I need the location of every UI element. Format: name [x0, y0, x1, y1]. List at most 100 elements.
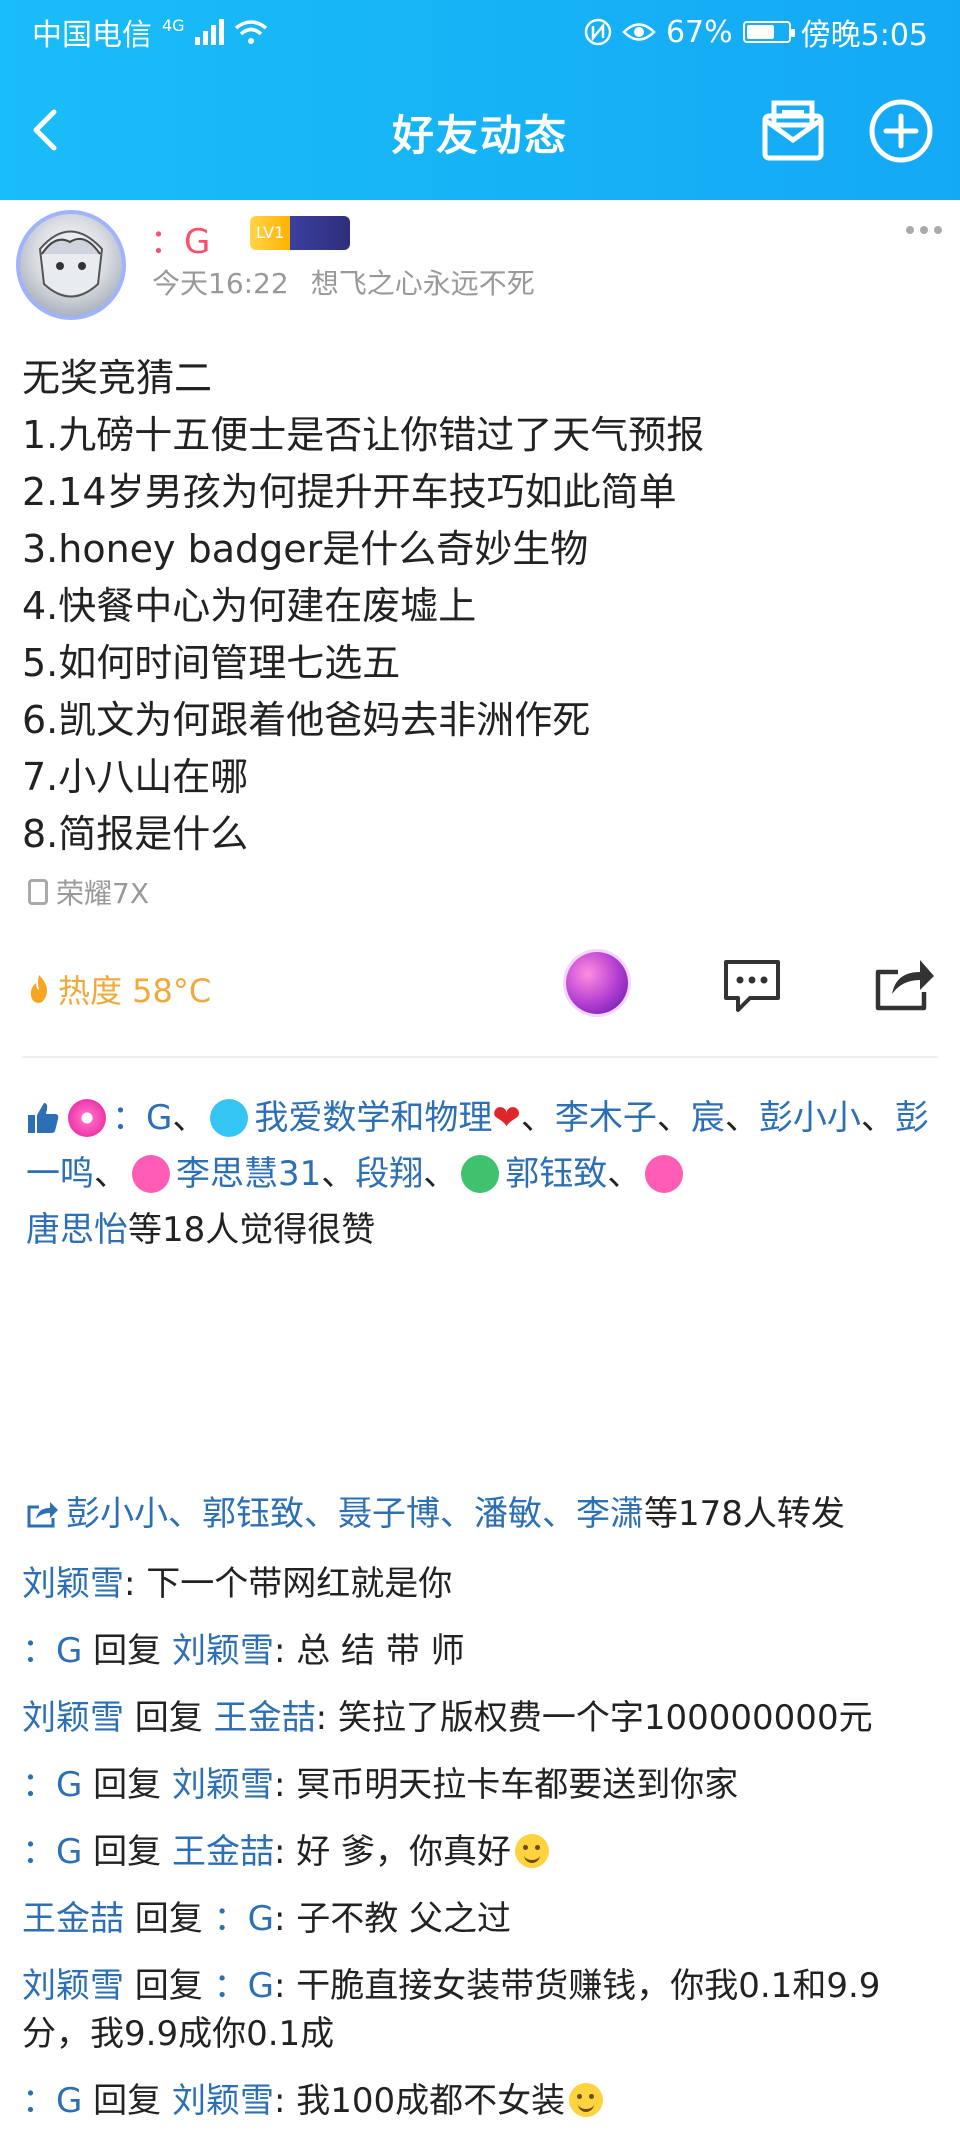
comment-reply-to[interactable]: ：G — [214, 1966, 274, 2006]
device-label: 荣耀7X — [28, 872, 149, 912]
eye-roll-emoji-icon — [569, 2083, 604, 2117]
sharer-names[interactable]: 彭小小、郭钰致、聂子博、潘敏、李潇 — [66, 1494, 644, 1534]
share-icon[interactable] — [872, 954, 938, 1012]
crown-badge-icon — [210, 1099, 249, 1137]
eye-icon — [622, 23, 656, 41]
back-icon[interactable] — [18, 98, 78, 162]
comment-reply-to[interactable]: 刘颖雪 — [172, 1765, 274, 1805]
gift-planet-icon[interactable] — [566, 952, 628, 1014]
comment-text: : 笑拉了版权费一个字100000000元 — [315, 1698, 873, 1738]
liker-name[interactable]: ：G — [112, 1098, 172, 1138]
avatar-portrait-icon — [38, 230, 104, 298]
status-bar: 中国电信 4G 67% 傍晚5:05 — [0, 0, 960, 64]
avatar[interactable] — [16, 210, 126, 320]
liker-name[interactable]: 宸 — [691, 1098, 725, 1138]
content-line: 8.简报是什么 — [22, 812, 249, 856]
comment-author[interactable]: ：G — [22, 1832, 82, 1872]
wifi-icon — [234, 20, 267, 44]
clock: 傍晚5:05 — [800, 18, 928, 53]
thumbs-up-icon — [28, 1103, 59, 1133]
share-small-icon — [27, 1502, 58, 1528]
liker-name[interactable]: 彭小小 — [759, 1098, 861, 1138]
comment-item[interactable]: ：G 回复 刘颖雪: 总 结 带 师 — [22, 1627, 942, 1675]
device-name: 荣耀7X — [56, 877, 149, 910]
liker-name[interactable]: 我爱数学和物理 — [254, 1098, 492, 1138]
comments-list: 刘颖雪: 下一个带网红就是你 ：G 回复 刘颖雪: 总 结 带 师 刘颖雪 回复… — [22, 1560, 942, 2144]
add-icon[interactable] — [868, 98, 934, 164]
post-content: 无奖竞猜二 1.九磅十五便士是否让你错过了天气预报 2.14岁男孩为何提升开车技… — [22, 350, 942, 863]
liker-name[interactable]: 段翔 — [355, 1154, 423, 1194]
vip-level-badge[interactable]: LV1 — [250, 216, 350, 250]
liker-name[interactable]: 郭钰致 — [505, 1154, 607, 1194]
comment-author[interactable]: 刘颖雪 — [22, 1966, 124, 2006]
comment-author[interactable]: 刘颖雪 — [22, 1698, 124, 1738]
comment-item[interactable]: 王金喆 回复 ：G: 子不教 父之过 — [22, 1895, 942, 1943]
comment-item[interactable]: ：G 回复 刘颖雪: 冥币明天拉卡车都要送到你家 — [22, 1761, 942, 1809]
smile-emoji-icon — [515, 1834, 550, 1868]
comment-reply-to[interactable]: 刘颖雪 — [172, 1631, 274, 1671]
flame-icon — [30, 975, 48, 1003]
liker-name[interactable]: 唐思怡 — [26, 1210, 128, 1250]
page-title: 好友动态 — [391, 110, 568, 160]
header: 中国电信 4G 67% 傍晚5:05 好友动态 — [0, 0, 960, 200]
comment-item[interactable]: 刘颖雪 回复 ：G: 干脆直接女装带货赚钱，你我0.1和9.9分，我9.9成你0… — [22, 1962, 942, 2058]
carrier-label: 中国电信 — [32, 18, 152, 53]
star-badge-icon — [645, 1155, 684, 1193]
content-line: 2.14岁男孩为何提升开车技巧如此简单 — [22, 470, 677, 514]
action-bar: 热度 58°C — [0, 940, 960, 1040]
comment-text: : 好 爹，你真好 — [273, 1832, 512, 1872]
comment-text: : 冥币明天拉卡车都要送到你家 — [273, 1765, 739, 1805]
nav-bar: 好友动态 — [0, 64, 960, 200]
content-line: 无奖竞猜二 — [22, 356, 213, 400]
message-icon[interactable] — [760, 100, 826, 162]
comment-author[interactable]: ：G — [22, 1765, 82, 1805]
content-line: 3.honey badger是什么奇妙生物 — [22, 527, 589, 571]
content-line: 1.九磅十五便士是否让你错过了天气预报 — [22, 413, 705, 457]
likes-section: ：G、 我爱数学和物理❤、李木子、宸、彭小小、彭一鸣、 李思慧31、段翔、 郭钰致、唐… — [26, 1098, 929, 1250]
comment-text: : 下一个带网红就是你 — [124, 1564, 453, 1604]
leaf-badge-icon — [461, 1155, 500, 1193]
comment-text: : 总 结 带 师 — [273, 1631, 465, 1671]
nfc-icon — [584, 18, 612, 46]
comment-reply-to[interactable]: ：G — [214, 1899, 274, 1939]
content-line: 7.小八山在哪 — [22, 755, 249, 799]
comment-author[interactable]: 刘颖雪 — [22, 1564, 124, 1604]
comment-icon[interactable] — [720, 958, 784, 1014]
shares-section: 彭小小、郭钰致、聂子博、潘敏、李潇等178人转发 — [26, 1486, 845, 1542]
battery-icon — [742, 21, 795, 43]
signal-icon — [194, 19, 224, 45]
comment-item[interactable]: 刘颖雪: 下一个带网红就是你 — [22, 1560, 942, 1608]
comment-item[interactable]: ：G 回复 刘颖雪: 我100成都不女装 — [22, 2077, 942, 2125]
likes-suffix: 等18人觉得很赞 — [128, 1210, 376, 1250]
comment-reply-to[interactable]: 刘颖雪 — [172, 2081, 274, 2121]
comment-author[interactable]: ：G — [22, 1631, 82, 1671]
more-options-icon[interactable] — [904, 224, 944, 236]
post-username[interactable]: ：G — [150, 214, 210, 263]
heat-indicator: 热度 58°C — [28, 966, 211, 1012]
heat-text: 热度 58°C — [58, 972, 212, 1010]
post-meta: 今天16:22 想飞之心永远不死 — [152, 262, 557, 302]
content-line: 5.如何时间管理七选五 — [22, 641, 401, 685]
liker-name[interactable]: 李思慧31 — [176, 1154, 321, 1194]
comment-item[interactable]: ：G 回复 王金喆: 好 爹，你真好 — [22, 1828, 942, 1876]
comment-reply-to[interactable]: 王金喆 — [172, 1832, 274, 1872]
post-signature: 想飞之心永远不死 — [310, 267, 535, 300]
comment-author[interactable]: ：G — [22, 2081, 82, 2121]
star-badge-icon — [132, 1155, 170, 1193]
comment-reply-to[interactable]: 王金喆 — [214, 1698, 316, 1738]
shares-suffix: 等178人转发 — [644, 1494, 845, 1534]
liker-name[interactable]: 李木子 — [555, 1098, 657, 1138]
comment-text: : 我100成都不女装 — [273, 2081, 566, 2121]
content-line: 4.快餐中心为何建在废墟上 — [22, 584, 477, 628]
network-type: 4G — [162, 16, 185, 35]
heart-icon: ❤ — [492, 1098, 521, 1138]
comment-text: : 子不教 父之过 — [273, 1899, 512, 1939]
comment-item[interactable]: 刘颖雪 回复 王金喆: 笑拉了版权费一个字100000000元 — [22, 1694, 942, 1742]
post-time: 今天16:22 — [152, 267, 289, 300]
candy-badge-icon — [68, 1099, 106, 1137]
divider — [22, 1056, 938, 1058]
content-line: 6.凯文为何跟着他爸妈去非洲作死 — [22, 698, 591, 742]
battery-percent: 67% — [665, 14, 733, 50]
comment-author[interactable]: 王金喆 — [22, 1899, 124, 1939]
phone-icon — [28, 879, 48, 905]
